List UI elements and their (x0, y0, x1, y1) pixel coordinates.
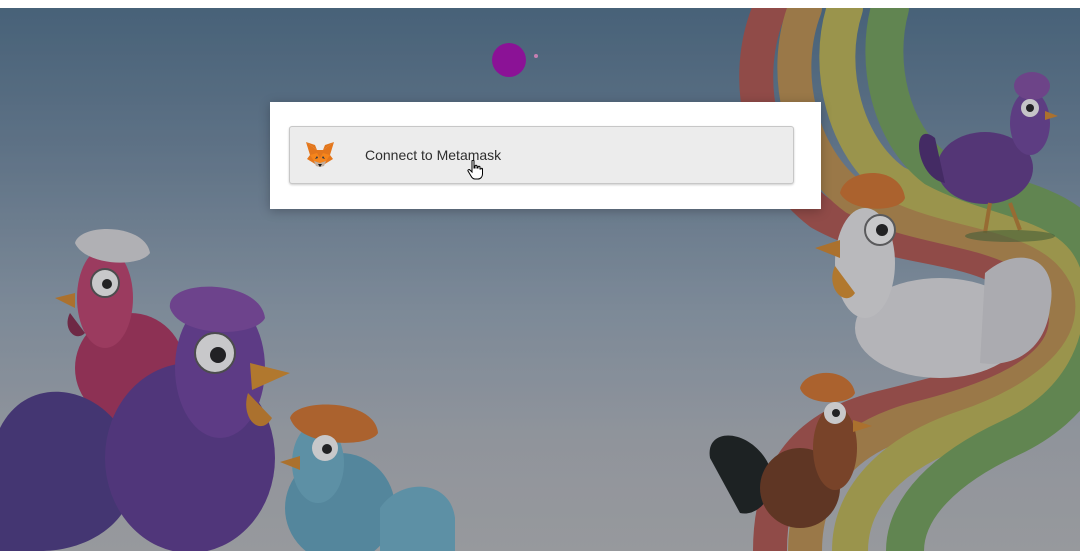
purple-dot-logo (492, 43, 526, 77)
logo-spark-dot (534, 54, 538, 58)
app-viewport: Connect to Metamask (0, 8, 1080, 551)
modal-backdrop[interactable] (0, 8, 1080, 551)
connect-metamask-button[interactable]: Connect to Metamask (289, 126, 794, 184)
metamask-fox-icon (306, 142, 334, 167)
wallet-connect-modal: Connect to Metamask (270, 102, 821, 209)
connect-metamask-label: Connect to Metamask (365, 147, 502, 163)
